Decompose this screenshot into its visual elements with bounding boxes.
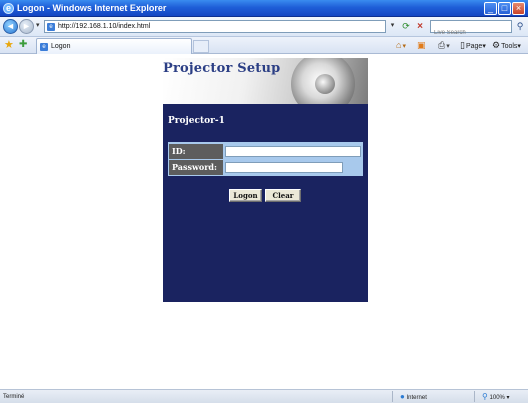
- search-field[interactable]: [430, 20, 512, 39]
- history-dropdown-icon[interactable]: ▾: [36, 21, 40, 29]
- close-window-button[interactable]: ×: [512, 2, 525, 15]
- favorites-star-icon[interactable]: ★: [4, 38, 14, 52]
- ie-logo-icon: e: [3, 3, 14, 14]
- setup-panel: Projector Setup Projector-1 ID: Password…: [163, 58, 368, 302]
- logon-button[interactable]: Logon: [229, 189, 262, 202]
- page-icon: e: [40, 43, 48, 51]
- header-banner: Projector Setup: [163, 58, 368, 104]
- page-menu-button[interactable]: ▯Page▾: [460, 39, 486, 52]
- stop-icon[interactable]: ×: [414, 20, 426, 33]
- zoom-icon: ⚲: [482, 392, 488, 401]
- page-icon: e: [47, 23, 55, 31]
- globe-icon: ●: [400, 392, 405, 401]
- page-title: Projector Setup: [163, 61, 281, 76]
- address-bar: ◄ ► ▾ e http://192.168.1.10/index.html ▾…: [0, 17, 528, 39]
- password-input[interactable]: [226, 170, 342, 179]
- tab-label: Logon: [51, 43, 71, 50]
- status-divider: [474, 391, 475, 402]
- search-icon[interactable]: ⚲: [514, 20, 526, 33]
- forward-arrow-icon[interactable]: ►: [19, 19, 34, 34]
- print-icon[interactable]: ⎙▾: [438, 39, 450, 52]
- security-zone: ● Internet: [400, 392, 427, 403]
- tools-menu-label: Tools: [501, 43, 518, 50]
- window-title: Logon - Windows Internet Explorer: [17, 3, 167, 13]
- password-row: Password:: [169, 160, 362, 179]
- feeds-icon[interactable]: ▣: [417, 39, 427, 52]
- home-icon[interactable]: ⌂▾: [396, 39, 406, 52]
- add-favorites-icon[interactable]: ✚: [19, 38, 27, 52]
- window-title-bar: e Logon - Windows Internet Explorer _ □ …: [0, 0, 528, 17]
- id-row: ID:: [169, 144, 362, 163]
- zoom-control[interactable]: ⚲ 100% ▾: [482, 392, 510, 403]
- zone-label: Internet: [406, 395, 427, 401]
- tools-menu-button[interactable]: ⚙Tools▾: [492, 39, 521, 52]
- new-tab-button[interactable]: [193, 40, 209, 53]
- refresh-icon[interactable]: ⟳: [400, 20, 412, 33]
- password-field[interactable]: [225, 162, 343, 179]
- id-field[interactable]: [225, 146, 361, 163]
- status-text: Terminé: [3, 394, 25, 400]
- url-input[interactable]: e http://192.168.1.10/index.html: [44, 20, 386, 33]
- logon-form: ID: Password:: [168, 142, 363, 179]
- page-menu-label: Page: [465, 43, 483, 50]
- projector-lens-center: [315, 74, 335, 94]
- url-dropdown-icon[interactable]: ▾: [388, 21, 397, 32]
- status-divider: [392, 391, 393, 402]
- password-label: Password:: [169, 160, 223, 175]
- device-name: Projector-1: [168, 116, 225, 126]
- status-bar: Terminé ● Internet ⚲ 100% ▾: [0, 389, 528, 403]
- tab-logon[interactable]: e Logon: [36, 38, 192, 54]
- minimize-button[interactable]: _: [484, 2, 497, 15]
- tab-bar: ★ ✚ e Logon ⌂▾ ▣ ⎙▾ ▯Page▾ ⚙Tools▾: [0, 37, 528, 54]
- url-text[interactable]: http://192.168.1.10/index.html: [58, 22, 150, 32]
- maximize-button[interactable]: □: [498, 2, 511, 15]
- page-content: Projector Setup Projector-1 ID: Password…: [0, 55, 528, 389]
- zoom-level: 100%: [489, 395, 505, 401]
- clear-button[interactable]: Clear: [265, 189, 301, 202]
- back-arrow-icon[interactable]: ◄: [3, 19, 18, 34]
- id-label: ID:: [169, 144, 223, 159]
